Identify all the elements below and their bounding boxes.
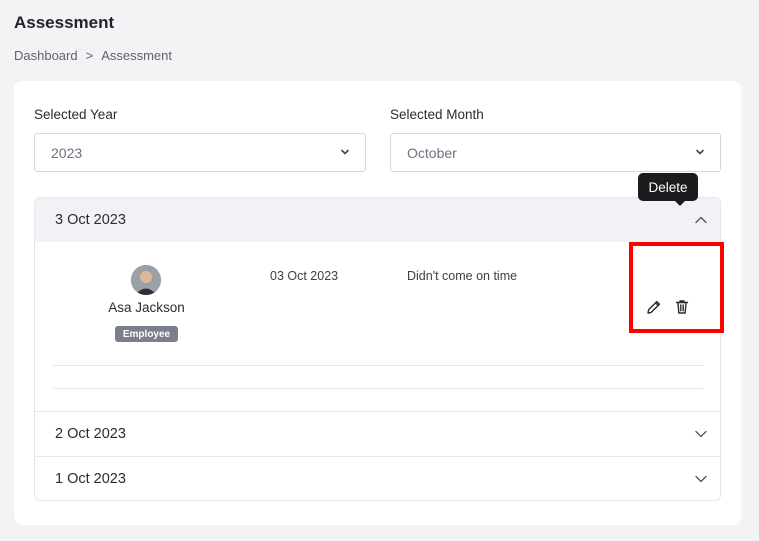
chevron-down-icon	[695, 430, 707, 438]
accordion-header-1-oct[interactable]: 1 Oct 2023	[35, 457, 720, 500]
month-label: Selected Month	[390, 107, 484, 122]
delete-tooltip: Delete	[638, 173, 698, 201]
tooltip-arrow	[675, 201, 685, 206]
accordion-title: 2 Oct 2023	[55, 426, 126, 442]
accordion-header-2-oct[interactable]: 2 Oct 2023	[35, 412, 720, 456]
divider	[53, 388, 703, 389]
chevron-down-icon	[341, 149, 349, 155]
record-date: 03 Oct 2023	[270, 269, 339, 283]
breadcrumb-dashboard-link[interactable]: Dashboard	[14, 48, 78, 63]
highlight-box	[629, 242, 724, 333]
year-label: Selected Year	[34, 107, 118, 122]
accordion-header-3-oct[interactable]: 3 Oct 2023	[35, 198, 720, 242]
breadcrumb: Dashboard > Assessment	[14, 48, 172, 63]
role-badge: Employee	[115, 326, 178, 342]
accordion-title: 3 Oct 2023	[55, 212, 126, 228]
month-select-value: October	[407, 144, 457, 161]
breadcrumb-current: Assessment	[101, 48, 173, 63]
chevron-down-icon	[695, 475, 707, 483]
employee-name: Asa Jackson	[108, 300, 185, 315]
chevron-down-icon	[696, 149, 704, 155]
year-select-value: 2023	[51, 144, 83, 161]
month-select[interactable]: October	[390, 133, 721, 172]
page-title: Assessment	[14, 13, 115, 32]
record-reason: Didn't come on time	[407, 269, 518, 283]
avatar	[131, 265, 161, 295]
chevron-up-icon	[695, 216, 707, 224]
breadcrumb-separator: >	[85, 48, 94, 63]
assessment-accordion: 3 Oct 2023 Asa Jackson Employee 03 Oct 2…	[34, 197, 721, 501]
divider	[53, 365, 703, 366]
accordion-title: 1 Oct 2023	[55, 471, 126, 487]
year-select[interactable]: 2023	[34, 133, 366, 172]
